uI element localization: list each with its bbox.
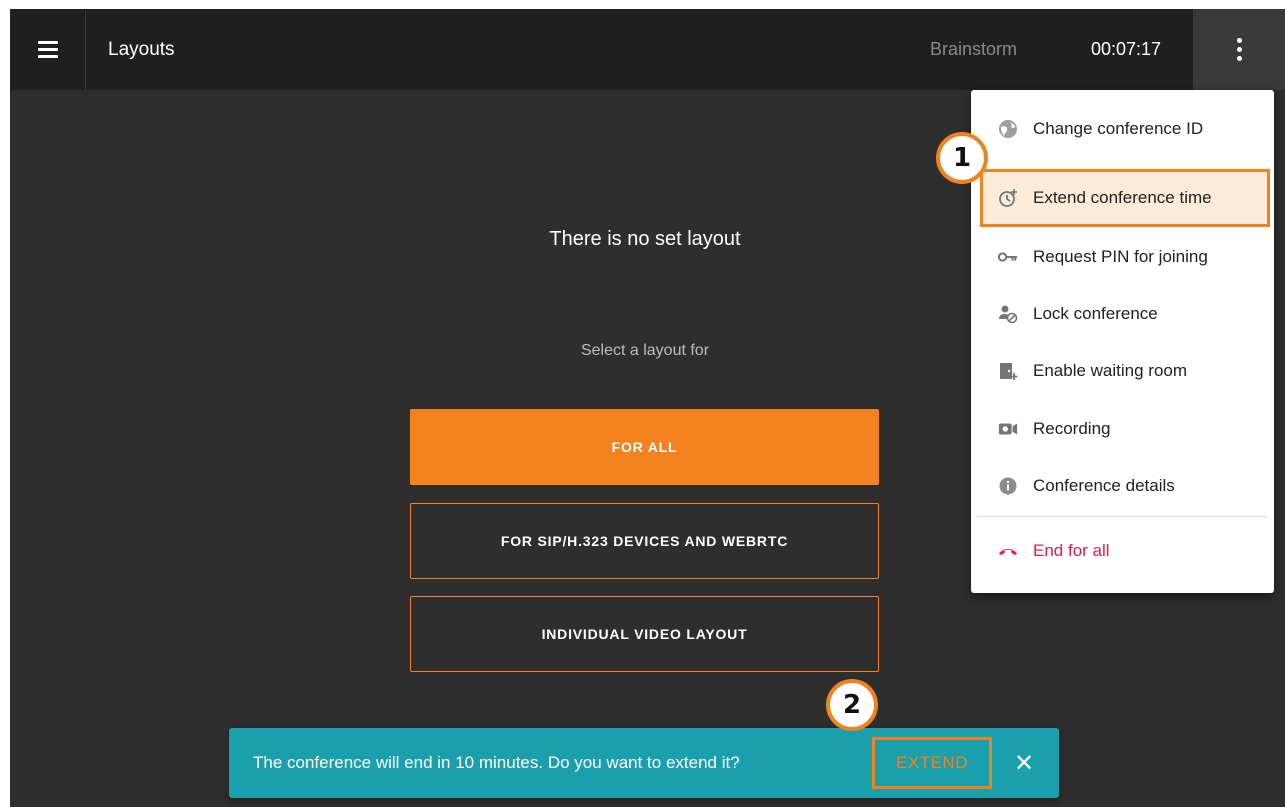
extend-conference-snackbar: The conference will end in 10 minutes. D… <box>229 728 1059 798</box>
menu-item-change-conference-id[interactable]: Change conference ID <box>971 104 1274 154</box>
app-window: Layouts Brainstorm 00:07:17 There is no … <box>10 9 1285 807</box>
conference-timer: 00:07:17 <box>1091 39 1162 59</box>
menu-item-label: Change conference ID <box>1033 119 1204 138</box>
menu-item-end-for-all[interactable]: End for all <box>971 526 1274 576</box>
select-layout-prompt: Select a layout for <box>580 342 710 359</box>
door-icon <box>998 361 1018 381</box>
snackbar-message: The conference will end in 10 minutes. D… <box>253 753 740 772</box>
menu-item-label: Extend conference time <box>1033 188 1212 207</box>
clock-plus-icon <box>998 188 1018 208</box>
menu-item-label: End for all <box>1033 541 1110 560</box>
extend-button[interactable]: EXTEND <box>872 737 992 789</box>
conference-name: Brainstorm <box>930 39 1018 59</box>
globe-icon <box>998 119 1018 139</box>
menu-item-label: Enable waiting room <box>1033 361 1188 380</box>
menu-divider <box>977 516 1268 517</box>
top-bar: Layouts Brainstorm 00:07:17 <box>10 9 1285 90</box>
close-icon[interactable]: ✕ <box>1004 728 1044 798</box>
hamburger-menu-icon[interactable] <box>10 9 86 90</box>
menu-item-request-pin[interactable]: Request PIN for joining <box>971 232 1274 282</box>
sip-webrtc-layout-button[interactable]: FOR SIP/H.323 DEVICES AND WEBRTC <box>410 503 879 579</box>
more-options-icon[interactable] <box>1193 9 1285 90</box>
callout-step-2: 2 <box>826 679 878 731</box>
page-title: Layouts <box>108 39 175 60</box>
menu-item-conference-details[interactable]: Conference details <box>971 461 1274 511</box>
key-icon <box>998 247 1018 267</box>
menu-item-recording[interactable]: Recording <box>971 404 1274 454</box>
empty-layout-message: There is no set layout <box>549 228 741 250</box>
menu-item-label: Lock conference <box>1033 304 1158 323</box>
menu-item-label: Request PIN for joining <box>1033 247 1208 266</box>
hang-up-icon <box>998 541 1018 561</box>
menu-item-label: Recording <box>1033 419 1111 438</box>
info-icon <box>998 476 1018 496</box>
menu-item-label: Conference details <box>1033 476 1175 495</box>
callout-step-1: 1 <box>936 132 988 184</box>
menu-item-extend-conference-time[interactable]: Extend conference time <box>980 169 1270 227</box>
menu-item-enable-waiting-room[interactable]: Enable waiting room <box>971 346 1274 396</box>
for-all-button[interactable]: FOR ALL <box>410 409 879 485</box>
individual-video-layout-button[interactable]: INDIVIDUAL VIDEO LAYOUT <box>410 596 879 672</box>
video-camera-icon <box>998 419 1018 439</box>
menu-item-lock-conference[interactable]: Lock conference <box>971 289 1274 339</box>
user-lock-icon <box>998 304 1018 324</box>
conference-options-menu: Change conference ID Extend conference t… <box>971 90 1274 593</box>
